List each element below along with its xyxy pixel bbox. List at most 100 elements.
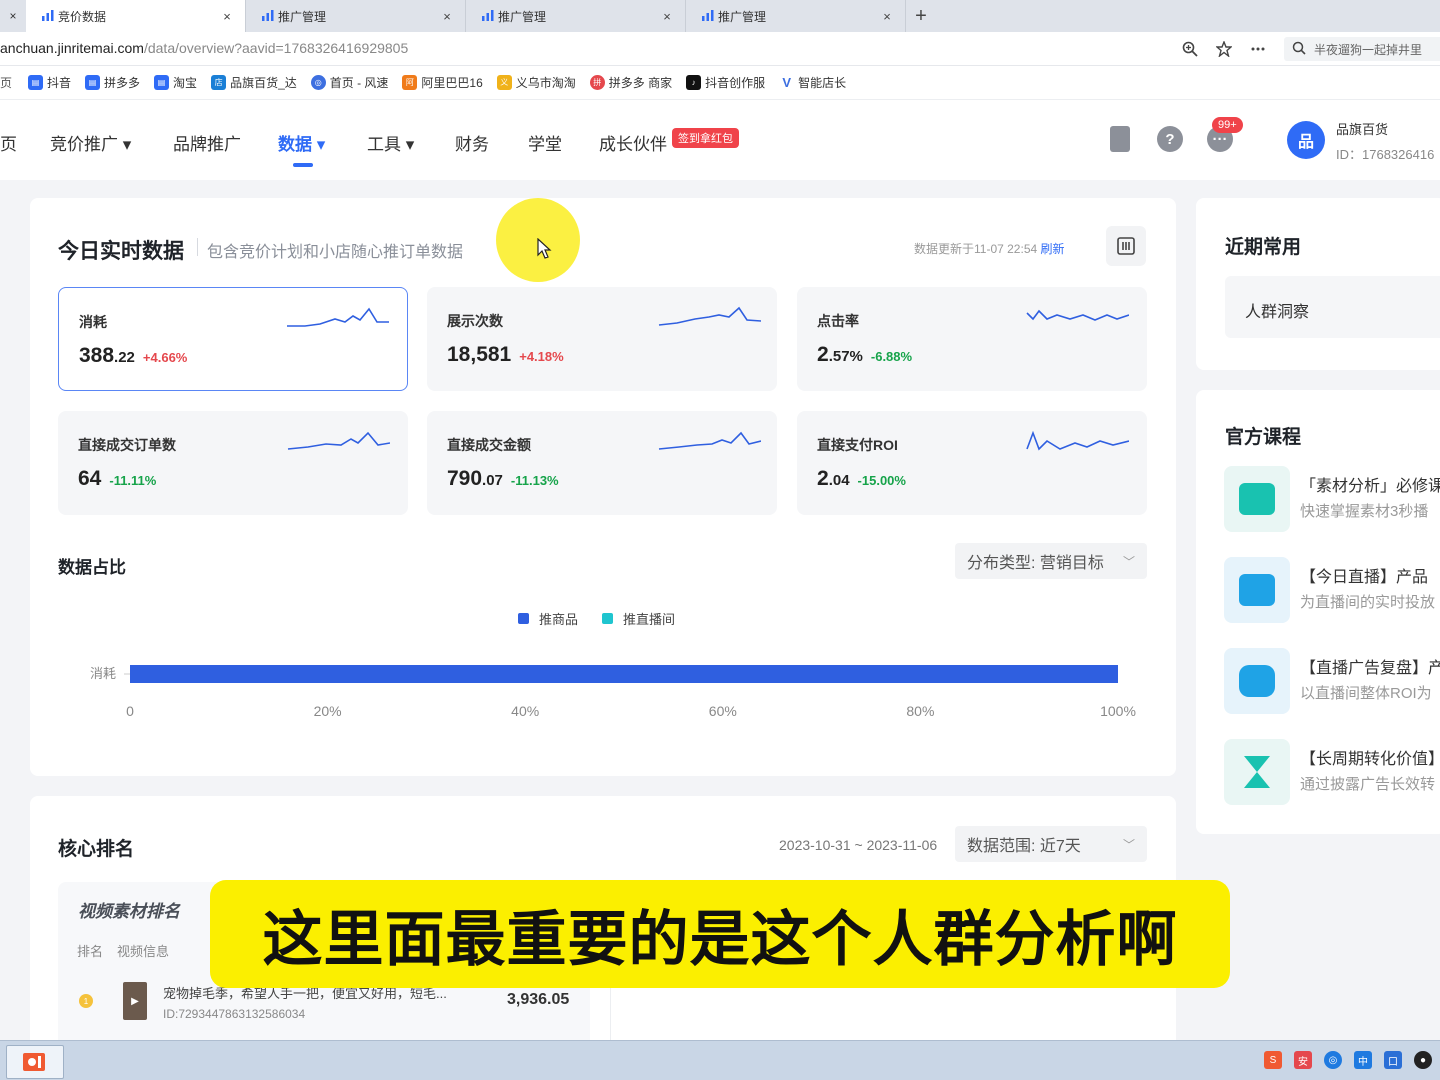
course-title: 【今日直播】产品 <box>1300 569 1429 586</box>
sogou-icon[interactable]: S <box>1264 1051 1282 1069</box>
avatar[interactable]: 品 <box>1287 121 1325 159</box>
bookmark-icon: V <box>779 75 795 90</box>
bookmark-item[interactable]: 阿阿里巴巴16 <box>402 74 483 91</box>
chart-icon <box>482 10 494 21</box>
course-item[interactable]: 「素材分析」必修课 快速掌握素材3秒播 <box>1224 466 1440 536</box>
tab-close-button[interactable]: × <box>0 0 26 32</box>
bookmark-label: 拼多多 <box>104 76 141 90</box>
tab[interactable]: 推广管理 × <box>466 0 686 32</box>
course-desc: 通过披露广告长效转 <box>1300 776 1436 793</box>
nav-item-bidding[interactable]: 竞价推广 ▾ <box>50 130 131 155</box>
start-button[interactable] <box>6 1045 64 1079</box>
bookmark-item[interactable]: ▤ 拼多多 <box>85 74 140 91</box>
bookmark-item[interactable]: ▤ 抖音 <box>28 74 71 91</box>
course-item[interactable]: 【今日直播】产品 为直播间的实时投放 <box>1224 557 1440 627</box>
zoom-icon[interactable] <box>1180 39 1200 59</box>
sparkline <box>658 306 761 326</box>
course-item[interactable]: 【直播广告复盘】产 以直播间整体ROI为 <box>1224 648 1440 718</box>
tab-label: 推广管理 <box>278 9 327 24</box>
realtime-title: 今日实时数据 <box>58 240 184 263</box>
tab-active[interactable]: 竞价数据 × <box>26 0 246 32</box>
promo-badge[interactable]: 签到拿红包 <box>672 128 739 148</box>
browser-tab-bar: × 竞价数据 × 推广管理 × 推广管理 × 推广管理 × + <box>0 0 1440 32</box>
account-name: 品旗百货 <box>1336 122 1389 137</box>
bar-segment-products[interactable] <box>130 665 1118 683</box>
refresh-link[interactable]: 刷新 <box>1041 242 1065 256</box>
security-icon[interactable]: 安 <box>1294 1051 1312 1069</box>
metric-card-ctr[interactable]: 点击率 2.57% -6.88% <box>797 287 1147 391</box>
tab[interactable]: 推广管理 × <box>246 0 466 32</box>
help-icon[interactable]: ? <box>1157 126 1183 152</box>
nav-item-partner[interactable]: 成长伙伴 <box>599 130 667 155</box>
address-bar: anchuan.jinritemai.com/data/overview?aav… <box>0 32 1440 66</box>
bookmark-overflow-icon[interactable]: 页 <box>0 74 12 91</box>
metric-value: 64 -11.11% <box>78 467 156 491</box>
monitor-icon <box>1224 648 1290 714</box>
bookmarks-bar: 页 ▤ 抖音 ▤ 拼多多 ▤ 淘宝 店品旗百货_达 ◎ 首页 - 风速 阿阿里巴巴16 … <box>0 66 1440 100</box>
nav-item-data[interactable]: 数据 ▾ <box>278 130 325 155</box>
metric-card-orders[interactable]: 直接成交订单数 64 -11.11% <box>58 411 408 515</box>
video-thumbnail[interactable]: ▶ <box>123 982 147 1020</box>
x-tick-label: 80% <box>906 703 934 719</box>
app-icon[interactable]: 中 <box>1354 1051 1372 1069</box>
document-icon[interactable] <box>1110 126 1130 152</box>
close-icon[interactable]: × <box>219 9 235 24</box>
bookmark-label: 抖音创作服 <box>705 76 766 90</box>
qq-icon[interactable]: ● <box>1414 1051 1432 1069</box>
calculator-icon[interactable] <box>1106 226 1146 266</box>
nav-item-home[interactable]: 页 <box>0 130 17 155</box>
bookmark-label: 智能店长 <box>798 76 847 90</box>
metric-card-impressions[interactable]: 展示次数 18,581 +4.18% <box>427 287 777 391</box>
course-item[interactable]: 【长周期转化价值】 通过披露广告长效转 <box>1224 739 1440 809</box>
browser-search-box[interactable]: 半夜遛狗一起掉井里 <box>1284 37 1440 61</box>
nav-item-tools[interactable]: 工具 ▾ <box>367 130 414 155</box>
more-icon[interactable] <box>1248 39 1268 59</box>
nav-item-academy[interactable]: 学堂 <box>528 130 562 155</box>
chart-icon <box>262 10 274 21</box>
bookmark-item[interactable]: 店品旗百货_达 <box>211 74 297 91</box>
video-value: 3,936.05 <box>507 991 570 1008</box>
bookmark-item[interactable]: V 智能店长 <box>779 74 846 91</box>
metric-card-gmv[interactable]: 直接成交金额 790.07 -11.13% <box>427 411 777 515</box>
data-range-dropdown[interactable]: 数据范围: 近7天 ﹀ <box>955 826 1147 862</box>
app-icon[interactable]: ◎ <box>1324 1051 1342 1069</box>
bookmark-item[interactable]: 拼拼多多 商家 <box>589 74 672 91</box>
chart-icon <box>42 10 54 21</box>
share-bar-chart: 消耗 0 20% 40% 60% 80% 100% <box>90 665 1136 719</box>
shortcut-audience-insight[interactable]: 人群洞察 <box>1225 276 1440 338</box>
tab-label: 推广管理 <box>718 9 767 24</box>
bookmark-item[interactable]: ◎ 首页 - 风速 <box>310 74 388 91</box>
tab-label: 竞价数据 <box>58 9 107 24</box>
legend-item[interactable]: 推商品 <box>518 609 578 628</box>
url-host: anchuan.jinritemai.com <box>0 40 144 56</box>
new-tab-button[interactable]: + <box>906 0 936 32</box>
dropdown-value: 分布类型: 营销目标 <box>967 555 1104 572</box>
tab[interactable]: 推广管理 × <box>686 0 906 32</box>
metric-value: 790.07 -11.13% <box>447 467 559 491</box>
sparkline <box>658 431 761 450</box>
app-icon[interactable]: 口 <box>1384 1051 1402 1069</box>
star-icon[interactable] <box>1214 39 1234 59</box>
metric-card-roi[interactable]: 直接支付ROI 2.04 -15.00% <box>797 411 1147 515</box>
bookmark-icon: 阿 <box>402 75 418 90</box>
nav-item-brand[interactable]: 品牌推广 <box>173 130 241 155</box>
video-id: ID:7293447863132586034 <box>163 1007 306 1021</box>
bookmark-icon: ▤ <box>85 75 101 90</box>
distribution-type-dropdown[interactable]: 分布类型: 营销目标 ﹀ <box>955 543 1147 579</box>
bookmark-item[interactable]: 义义乌市淘淘 <box>496 74 576 91</box>
bookmark-item[interactable]: ▤ 淘宝 <box>154 74 197 91</box>
url-field[interactable]: anchuan.jinritemai.com/data/overview?aav… <box>0 40 408 56</box>
metric-value-int: 18,581 <box>447 343 512 366</box>
close-icon[interactable]: × <box>659 9 675 24</box>
metric-card-spend[interactable]: 消耗 388.22 +4.66% <box>58 287 408 391</box>
metric-value-dec: .07 <box>482 472 503 489</box>
close-icon[interactable]: × <box>439 9 455 24</box>
nav-item-finance[interactable]: 财务 <box>455 130 489 155</box>
bookmark-icon: 店 <box>211 75 227 90</box>
close-icon[interactable]: × <box>879 9 895 24</box>
bookmark-item[interactable]: ♪ 抖音创作服 <box>686 74 765 91</box>
metric-change: +4.18% <box>519 349 564 364</box>
x-tick-label: 60% <box>709 703 737 719</box>
x-tick-label: 20% <box>314 703 342 719</box>
legend-item[interactable]: 推直播间 <box>602 609 675 628</box>
